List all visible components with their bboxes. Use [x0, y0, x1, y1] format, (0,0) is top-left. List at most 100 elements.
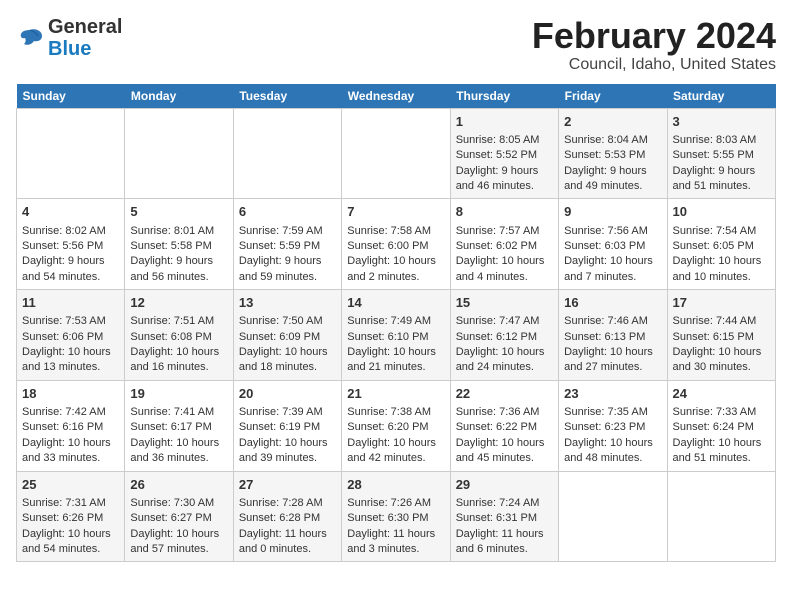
- day-number: 23: [564, 385, 661, 403]
- day-info-line: Sunset: 6:31 PM: [456, 511, 553, 526]
- calendar-cell: 22Sunrise: 7:36 AMSunset: 6:22 PMDayligh…: [450, 380, 558, 471]
- week-row-3: 11Sunrise: 7:53 AMSunset: 6:06 PMDayligh…: [17, 290, 776, 381]
- day-number: 29: [456, 476, 553, 494]
- day-number: 3: [673, 113, 770, 131]
- day-info-line: Daylight: 11 hours: [347, 527, 444, 542]
- day-number: 4: [22, 203, 119, 221]
- day-info-line: and 16 minutes.: [130, 360, 227, 375]
- day-info-line: Sunset: 6:13 PM: [564, 330, 661, 345]
- day-info-line: Daylight: 10 hours: [456, 345, 553, 360]
- day-info-line: Sunrise: 7:39 AM: [239, 405, 336, 420]
- day-info-line: Sunrise: 7:57 AM: [456, 224, 553, 239]
- calendar-subtitle: Council, Idaho, United States: [532, 56, 776, 74]
- day-info-line: Sunrise: 7:54 AM: [673, 224, 770, 239]
- calendar-cell: 28Sunrise: 7:26 AMSunset: 6:30 PMDayligh…: [342, 471, 450, 562]
- day-info-line: Daylight: 10 hours: [347, 345, 444, 360]
- day-info-line: Sunset: 5:56 PM: [22, 239, 119, 254]
- calendar-cell: 10Sunrise: 7:54 AMSunset: 6:05 PMDayligh…: [667, 199, 775, 290]
- day-info-line: Sunrise: 8:01 AM: [130, 224, 227, 239]
- day-info-line: and 7 minutes.: [564, 270, 661, 285]
- day-info-line: Daylight: 9 hours: [673, 164, 770, 179]
- day-number: 24: [673, 385, 770, 403]
- day-info-line: Sunrise: 7:30 AM: [130, 496, 227, 511]
- day-info-line: and 54 minutes.: [22, 542, 119, 557]
- day-info-line: Sunrise: 7:35 AM: [564, 405, 661, 420]
- page-header: General Blue February 2024 Council, Idah…: [16, 16, 776, 74]
- day-header-saturday: Saturday: [667, 84, 775, 109]
- calendar-cell: 6Sunrise: 7:59 AMSunset: 5:59 PMDaylight…: [233, 199, 341, 290]
- day-header-wednesday: Wednesday: [342, 84, 450, 109]
- day-info-line: and 6 minutes.: [456, 542, 553, 557]
- day-number: 1: [456, 113, 553, 131]
- week-row-4: 18Sunrise: 7:42 AMSunset: 6:16 PMDayligh…: [17, 380, 776, 471]
- day-info-line: and 2 minutes.: [347, 270, 444, 285]
- day-info-line: Sunset: 6:17 PM: [130, 420, 227, 435]
- day-number: 2: [564, 113, 661, 131]
- day-info-line: Sunrise: 8:05 AM: [456, 133, 553, 148]
- day-info-line: and 21 minutes.: [347, 360, 444, 375]
- day-info-line: Sunset: 6:20 PM: [347, 420, 444, 435]
- calendar-cell: 21Sunrise: 7:38 AMSunset: 6:20 PMDayligh…: [342, 380, 450, 471]
- calendar-cell: 17Sunrise: 7:44 AMSunset: 6:15 PMDayligh…: [667, 290, 775, 381]
- day-info-line: and 30 minutes.: [673, 360, 770, 375]
- calendar-cell: [667, 471, 775, 562]
- day-info-line: and 0 minutes.: [239, 542, 336, 557]
- day-info-line: Sunrise: 7:38 AM: [347, 405, 444, 420]
- day-number: 26: [130, 476, 227, 494]
- day-info-line: and 27 minutes.: [564, 360, 661, 375]
- calendar-cell: [125, 108, 233, 199]
- calendar-cell: 16Sunrise: 7:46 AMSunset: 6:13 PMDayligh…: [559, 290, 667, 381]
- day-info-line: and 49 minutes.: [564, 179, 661, 194]
- day-info-line: Sunset: 5:53 PM: [564, 148, 661, 163]
- day-info-line: Sunset: 6:22 PM: [456, 420, 553, 435]
- calendar-cell: 9Sunrise: 7:56 AMSunset: 6:03 PMDaylight…: [559, 199, 667, 290]
- day-number: 13: [239, 294, 336, 312]
- calendar-cell: 23Sunrise: 7:35 AMSunset: 6:23 PMDayligh…: [559, 380, 667, 471]
- day-info-line: Sunset: 6:19 PM: [239, 420, 336, 435]
- calendar-cell: [342, 108, 450, 199]
- day-info-line: Daylight: 10 hours: [564, 254, 661, 269]
- calendar-cell: [233, 108, 341, 199]
- day-info-line: Daylight: 10 hours: [564, 345, 661, 360]
- day-number: 5: [130, 203, 227, 221]
- calendar-title: February 2024: [532, 16, 776, 56]
- day-info-line: and 24 minutes.: [456, 360, 553, 375]
- day-info-line: Sunrise: 7:58 AM: [347, 224, 444, 239]
- day-info-line: Sunset: 6:24 PM: [673, 420, 770, 435]
- day-info-line: and 33 minutes.: [22, 451, 119, 466]
- day-info-line: Sunrise: 7:56 AM: [564, 224, 661, 239]
- day-info-line: Sunrise: 7:24 AM: [456, 496, 553, 511]
- day-info-line: and 39 minutes.: [239, 451, 336, 466]
- calendar-cell: 26Sunrise: 7:30 AMSunset: 6:27 PMDayligh…: [125, 471, 233, 562]
- title-block: February 2024 Council, Idaho, United Sta…: [532, 16, 776, 74]
- day-info-line: Sunrise: 7:47 AM: [456, 314, 553, 329]
- day-info-line: Sunset: 5:55 PM: [673, 148, 770, 163]
- day-info-line: Daylight: 10 hours: [673, 254, 770, 269]
- calendar-cell: 4Sunrise: 8:02 AMSunset: 5:56 PMDaylight…: [17, 199, 125, 290]
- day-header-tuesday: Tuesday: [233, 84, 341, 109]
- day-info-line: Sunset: 6:08 PM: [130, 330, 227, 345]
- calendar-cell: 8Sunrise: 7:57 AMSunset: 6:02 PMDaylight…: [450, 199, 558, 290]
- day-info-line: Sunrise: 8:04 AM: [564, 133, 661, 148]
- calendar-cell: 27Sunrise: 7:28 AMSunset: 6:28 PMDayligh…: [233, 471, 341, 562]
- calendar-cell: 25Sunrise: 7:31 AMSunset: 6:26 PMDayligh…: [17, 471, 125, 562]
- logo-text: General Blue: [48, 16, 122, 60]
- day-info-line: and 4 minutes.: [456, 270, 553, 285]
- logo: General Blue: [16, 16, 122, 60]
- day-info-line: Daylight: 9 hours: [564, 164, 661, 179]
- day-info-line: Sunrise: 7:41 AM: [130, 405, 227, 420]
- day-info-line: Daylight: 10 hours: [22, 345, 119, 360]
- day-number: 19: [130, 385, 227, 403]
- day-info-line: Daylight: 10 hours: [456, 254, 553, 269]
- week-row-1: 1Sunrise: 8:05 AMSunset: 5:52 PMDaylight…: [17, 108, 776, 199]
- day-info-line: Daylight: 9 hours: [130, 254, 227, 269]
- day-info-line: Daylight: 10 hours: [22, 527, 119, 542]
- day-info-line: Sunrise: 7:50 AM: [239, 314, 336, 329]
- day-info-line: Sunset: 6:02 PM: [456, 239, 553, 254]
- day-info-line: Sunrise: 7:53 AM: [22, 314, 119, 329]
- calendar-header: SundayMondayTuesdayWednesdayThursdayFrid…: [17, 84, 776, 109]
- day-info-line: and 48 minutes.: [564, 451, 661, 466]
- day-number: 18: [22, 385, 119, 403]
- day-info-line: Sunset: 6:12 PM: [456, 330, 553, 345]
- calendar-body: 1Sunrise: 8:05 AMSunset: 5:52 PMDaylight…: [17, 108, 776, 562]
